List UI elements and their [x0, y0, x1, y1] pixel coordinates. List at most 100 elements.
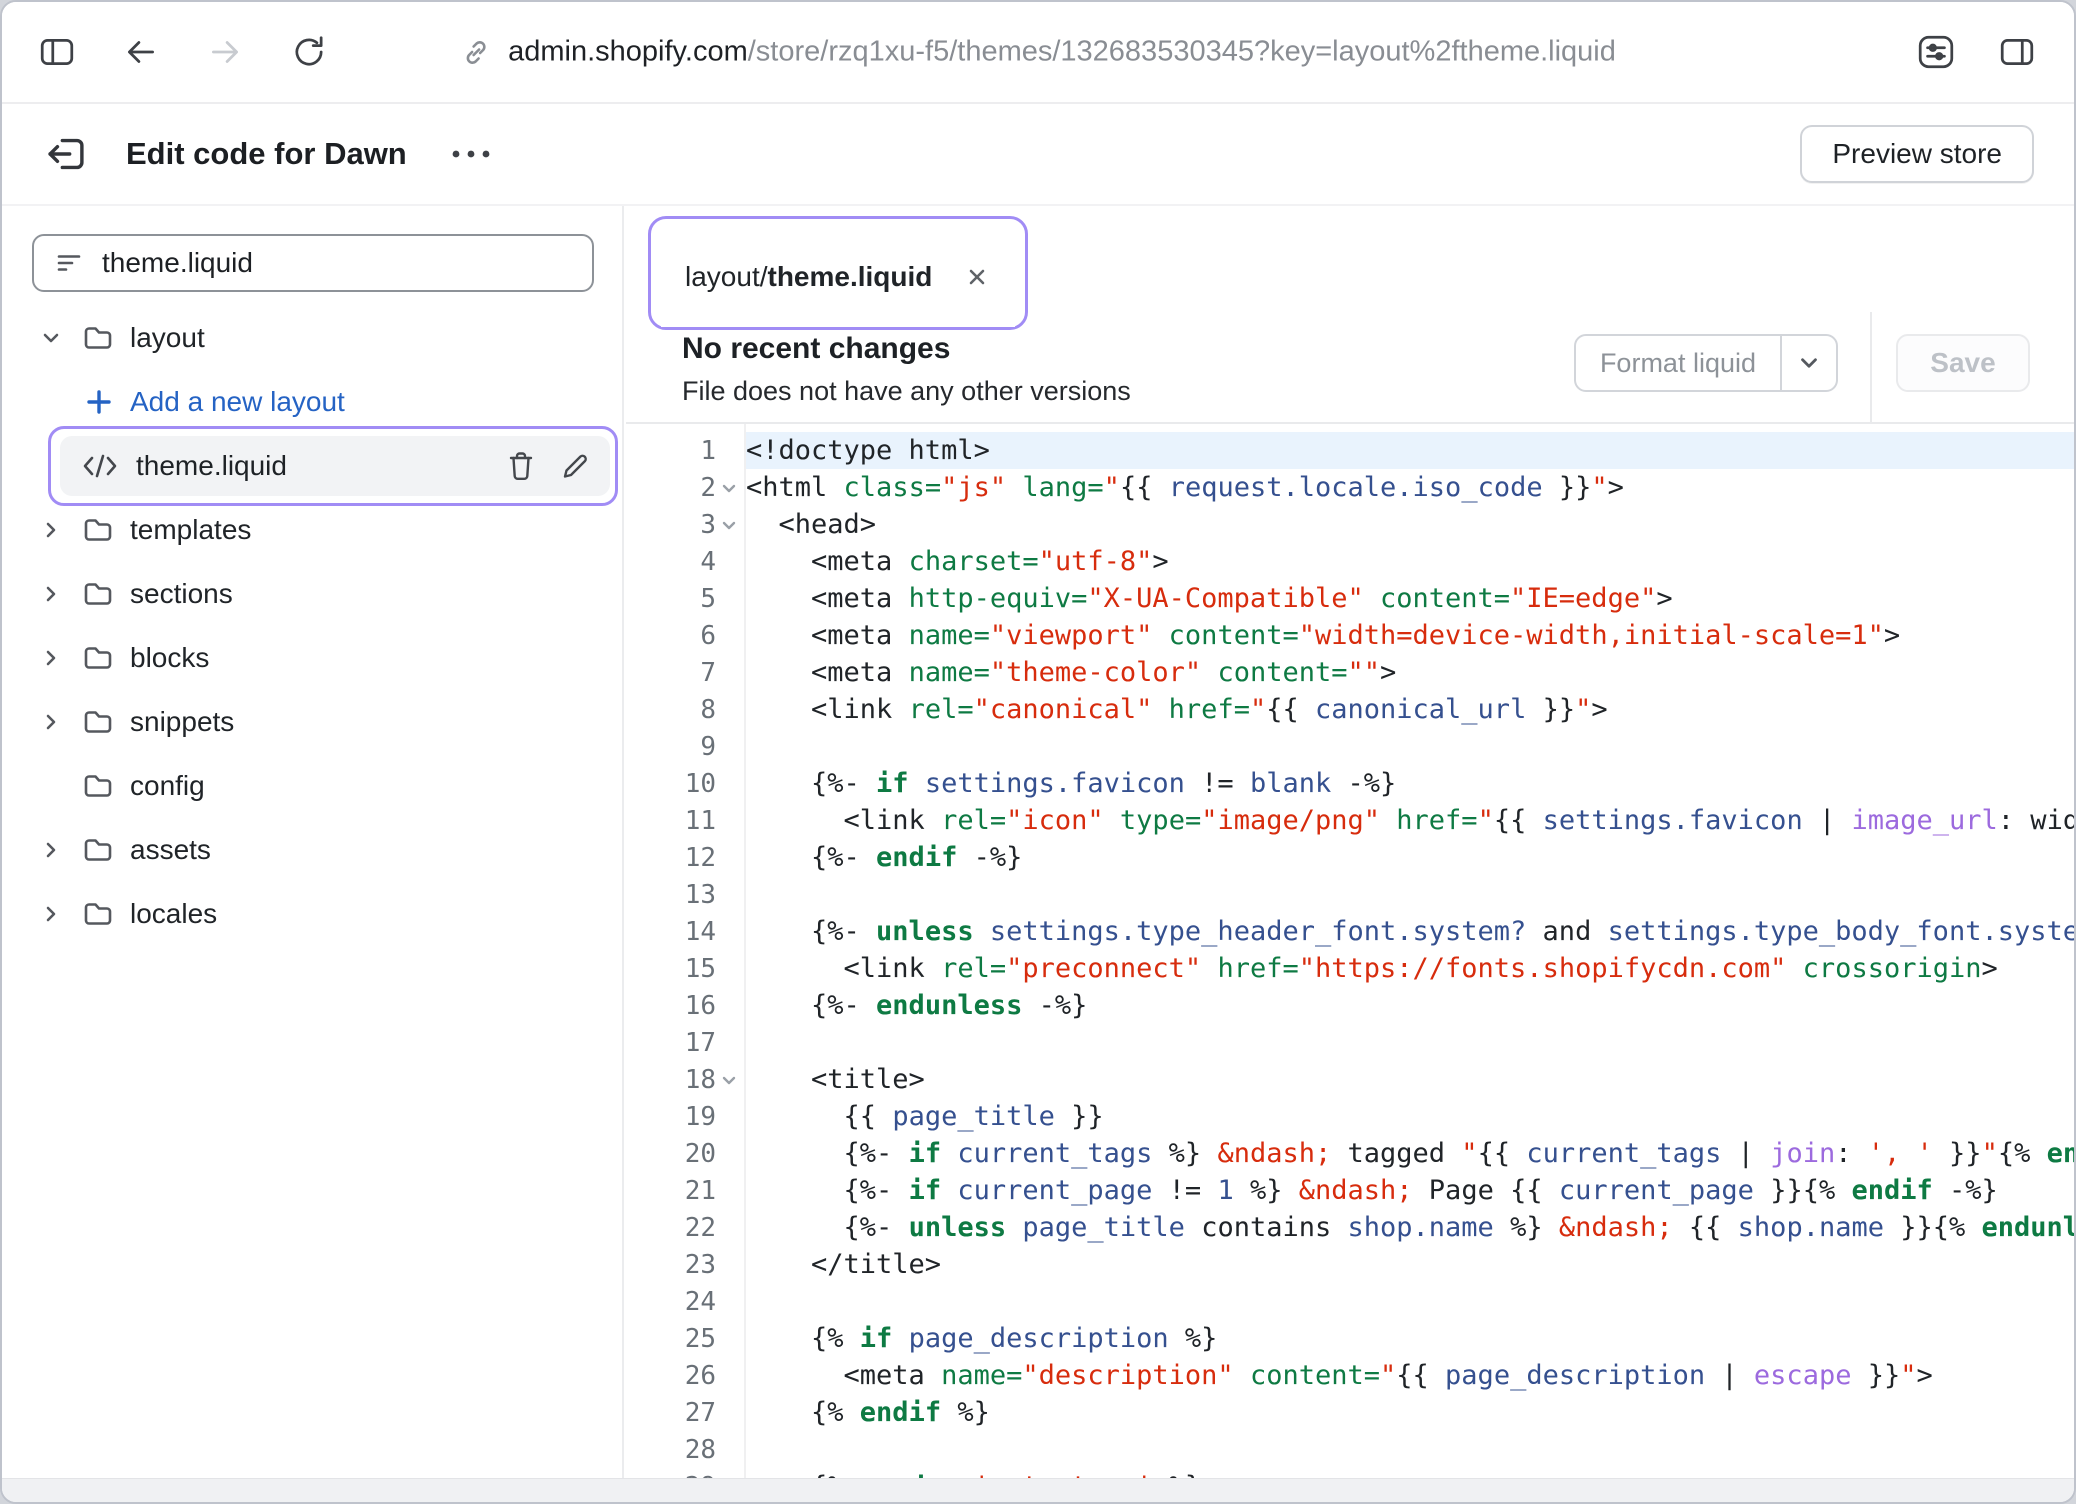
sidebar-item-label: assets	[130, 834, 211, 866]
code-line[interactable]: {%- if current_tags %} &ndash; tagged "{…	[746, 1135, 2074, 1172]
code-line[interactable]: {%- endif -%}	[746, 839, 2074, 876]
line-number: 12	[626, 839, 744, 876]
tab-file-name: theme.liquid	[768, 261, 933, 293]
code-line[interactable]: <meta name="description" content="{{ pag…	[746, 1357, 2074, 1394]
line-number: 14	[626, 913, 744, 950]
line-number: 29	[626, 1468, 744, 1478]
add-new-layout-button[interactable]: Add a new layout	[2, 370, 622, 434]
code-line[interactable]	[746, 728, 2074, 765]
code-line[interactable]: <link rel="preconnect" href="https://fon…	[746, 950, 2074, 987]
browser-settings-icon[interactable]	[1916, 32, 1956, 72]
code-line[interactable]: <meta name="viewport" content="width=dev…	[746, 617, 2074, 654]
annotation-ring-tab: layout/theme.liquid	[648, 216, 1028, 330]
rename-file-icon[interactable]	[556, 447, 594, 485]
code-line[interactable]	[746, 1431, 2074, 1468]
fold-chevron-icon[interactable]	[716, 1070, 744, 1090]
sidebar-item-locales[interactable]: locales	[2, 882, 622, 946]
format-liquid-button[interactable]: Format liquid	[1574, 334, 1838, 392]
code-line[interactable]: {%- unless settings.type_header_font.sys…	[746, 913, 2074, 950]
url-host: admin.shopify.com	[508, 36, 748, 68]
reload-icon[interactable]	[290, 33, 328, 71]
sidebar-item-blocks[interactable]: blocks	[2, 626, 622, 690]
code-line[interactable]: <link rel="icon" type="image/png" href="…	[746, 802, 2074, 839]
fold-chevron-icon[interactable]	[716, 478, 744, 498]
status-subtitle: File does not have any other versions	[682, 376, 1131, 407]
code-line[interactable]: {%- endunless -%}	[746, 987, 2074, 1024]
code-line[interactable]: </title>	[746, 1246, 2074, 1283]
plus-icon	[84, 387, 114, 417]
code-editor[interactable]: 1234567891011121314151617181920212223242…	[626, 424, 2074, 1478]
line-number: 11	[626, 802, 744, 839]
more-actions-icon[interactable]	[449, 147, 493, 161]
line-number: 19	[626, 1098, 744, 1135]
code-line[interactable]: <link rel="canonical" href="{{ canonical…	[746, 691, 2074, 728]
line-number: 26	[626, 1357, 744, 1394]
code-line[interactable]: <meta http-equiv="X-UA-Compatible" conte…	[746, 580, 2074, 617]
line-number: 4	[626, 543, 744, 580]
code-line[interactable]: {{ page_title }}	[746, 1098, 2074, 1135]
code-line[interactable]: {%- unless page_title contains shop.name…	[746, 1209, 2074, 1246]
folder-icon	[82, 770, 130, 802]
code-lines[interactable]: <!doctype html><html class="js" lang="{{…	[746, 424, 2074, 1478]
sidebar-item-theme-liquid[interactable]: theme.liquid	[60, 436, 610, 496]
preview-store-button[interactable]: Preview store	[1800, 125, 2034, 183]
chevron-right-icon	[38, 581, 82, 607]
code-line[interactable]: {% if page_description %}	[746, 1320, 2074, 1357]
sidebar-item-sections[interactable]: sections	[2, 562, 622, 626]
sidebar-item-label: snippets	[130, 706, 234, 738]
line-number: 23	[626, 1246, 744, 1283]
line-number: 1	[626, 432, 744, 469]
delete-file-icon[interactable]	[502, 446, 540, 486]
selected-file-row: theme.liquid	[2, 434, 622, 498]
url-bar[interactable]: admin.shopify.com/store/rzq1xu-f5/themes…	[460, 36, 1616, 69]
sidebar-item-snippets[interactable]: snippets	[2, 690, 622, 754]
sidebar-item-assets[interactable]: assets	[2, 818, 622, 882]
line-number: 10	[626, 765, 744, 802]
back-icon[interactable]	[122, 33, 160, 71]
search-value: theme.liquid	[102, 247, 253, 279]
sidebar-item-label: blocks	[130, 642, 209, 674]
forward-icon[interactable]	[206, 33, 244, 71]
line-number: 18	[626, 1061, 744, 1098]
code-line[interactable]: {%- if current_page != 1 %} &ndash; Page…	[746, 1172, 2074, 1209]
code-line[interactable]: <head>	[746, 506, 2074, 543]
exit-code-editor-icon[interactable]	[44, 132, 88, 176]
code-line[interactable]: {% endif %}	[746, 1394, 2074, 1431]
version-status: No recent changes File does not have any…	[682, 332, 1131, 407]
folder-icon	[82, 578, 130, 610]
code-line[interactable]: {% render 'meta-tags' %}	[746, 1468, 2074, 1478]
panel-right-icon[interactable]	[1998, 33, 2036, 71]
line-number: 22	[626, 1209, 744, 1246]
chevron-right-icon	[38, 645, 82, 671]
code-line[interactable]: {%- if settings.favicon != blank -%}	[746, 765, 2074, 802]
file-search-input[interactable]: theme.liquid	[32, 234, 594, 292]
sidebar-toggle-icon[interactable]	[38, 33, 76, 71]
code-line[interactable]: <meta name="theme-color" content="">	[746, 654, 2074, 691]
save-button[interactable]: Save	[1896, 334, 2030, 392]
fold-chevron-icon[interactable]	[716, 515, 744, 535]
filter-icon	[54, 248, 84, 278]
line-number: 27	[626, 1394, 744, 1431]
code-line[interactable]: <title>	[746, 1061, 2074, 1098]
sidebar-item-label: config	[130, 770, 205, 802]
code-line[interactable]: <meta charset="utf-8">	[746, 543, 2074, 580]
code-line[interactable]	[746, 1283, 2074, 1320]
code-line[interactable]: <html class="js" lang="{{ request.locale…	[746, 469, 2074, 506]
code-line[interactable]	[746, 876, 2074, 913]
sidebar-item-config[interactable]: config	[2, 754, 622, 818]
line-number: 6	[626, 617, 744, 654]
line-number: 21	[626, 1172, 744, 1209]
chevron-down-icon[interactable]	[1780, 336, 1836, 390]
tab-theme-liquid[interactable]: layout/theme.liquid	[661, 227, 1015, 327]
link-icon	[460, 36, 492, 68]
sidebar-item-layout[interactable]: layout	[2, 306, 622, 370]
code-line[interactable]	[746, 1024, 2074, 1061]
code-line[interactable]: <!doctype html>	[746, 432, 2074, 469]
line-number: 17	[626, 1024, 744, 1061]
line-number: 28	[626, 1431, 744, 1468]
line-number: 5	[626, 580, 744, 617]
close-tab-icon[interactable]	[963, 263, 991, 291]
code-file-icon	[80, 451, 120, 481]
sidebar-item-templates[interactable]: templates	[2, 498, 622, 562]
line-number: 7	[626, 654, 744, 691]
